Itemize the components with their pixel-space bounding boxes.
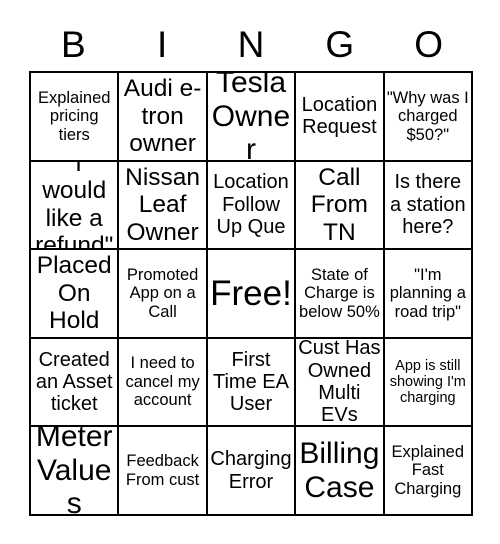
bingo-cell-r2c4[interactable]: Call From TN (296, 161, 385, 251)
bingo-cell-r1c3[interactable]: Tesla Owner (207, 73, 297, 162)
bingo-cell-r4c5[interactable]: App is still showing I'm charging (384, 338, 473, 428)
bingo-cell-label: Nissan Leaf Owner (125, 163, 201, 246)
bingo-cell-r5c4[interactable]: Billing Case (296, 427, 385, 516)
bingo-cell-r3c4[interactable]: State of Charge is below 50% (296, 250, 385, 339)
bingo-cell-label: Meter Values (35, 427, 113, 516)
bingo-cell-label: Created an Asset ticket (35, 348, 113, 416)
bingo-cell-label: Charging Error (210, 448, 292, 493)
bingo-cell-label: Feedback From cust (125, 452, 200, 489)
bingo-cell-r1c4[interactable]: Location Request (296, 73, 385, 162)
header-letter-b: B (61, 23, 86, 65)
bingo-card: B I N G O Explained pricing tiers Audi e-… (0, 0, 500, 544)
bingo-cell-label: Cust Has Owned Multi EVs (298, 338, 381, 427)
bingo-cell-r1c5[interactable]: "Why was I charged $50?" (384, 73, 473, 162)
bingo-cell-label: Location Request (301, 93, 378, 139)
bingo-cell-r3c1[interactable]: Placed On Hold (31, 250, 120, 339)
bingo-cell-label: Audi e-tron owner (123, 75, 202, 158)
header-letter-g: G (325, 23, 355, 65)
bingo-cell-r3c3[interactable]: Free! (207, 250, 297, 339)
bingo-cell-label: "I would like a refund" (35, 161, 114, 251)
bingo-cell-label: Explained pricing tiers (37, 88, 111, 144)
bingo-cell-r5c1[interactable]: Meter Values (31, 427, 120, 516)
header-letter-i: I (157, 23, 168, 65)
bingo-cell-label: Explained Fast Charging (391, 442, 465, 498)
bingo-header: B I N G O (29, 18, 473, 70)
bingo-cell-r5c3[interactable]: Charging Error (207, 427, 297, 516)
bingo-cell-label: I need to cancel my account (125, 354, 200, 410)
bingo-cell-r2c1[interactable]: "I would like a refund" (31, 161, 120, 251)
bingo-cell-r2c5[interactable]: Is there a station here? (384, 161, 473, 251)
bingo-cell-label: Billing Case (299, 437, 380, 504)
bingo-cell-label: State of Charge is below 50% (299, 265, 380, 321)
bingo-cell-label: Promoted App on a Call (126, 265, 199, 321)
bingo-cell-label: First Time EA User (213, 348, 289, 416)
header-letter-o: O (414, 23, 443, 65)
bingo-cell-label: Location Follow Up Que (213, 171, 289, 239)
bingo-cell-r2c2[interactable]: Nissan Leaf Owner (119, 161, 208, 251)
bingo-cell-r5c5[interactable]: Explained Fast Charging (384, 427, 473, 516)
bingo-cell-label: Is there a station here? (389, 171, 466, 239)
bingo-cell-r1c1[interactable]: Explained pricing tiers (31, 73, 120, 162)
bingo-cell-r3c5[interactable]: "I'm planning a road trip" (384, 250, 473, 339)
bingo-cell-label: Free! (210, 273, 292, 313)
bingo-cell-r4c2[interactable]: I need to cancel my account (119, 338, 208, 428)
bingo-grid: Explained pricing tiers Audi e-tron owner… (29, 71, 473, 516)
bingo-cell-r5c2[interactable]: Feedback From cust (119, 427, 208, 516)
bingo-cell-label: "Why was I charged $50?" (386, 88, 469, 144)
bingo-cell-label: Tesla Owner (211, 73, 291, 162)
header-letter-n: N (237, 23, 265, 65)
bingo-cell-label: "I'm planning a road trip" (389, 265, 466, 321)
bingo-cell-label: Placed On Hold (36, 252, 112, 335)
bingo-cell-r2c3[interactable]: Location Follow Up Que (207, 161, 297, 251)
bingo-cell-r4c1[interactable]: Created an Asset ticket (31, 338, 120, 428)
bingo-cell-label: Call From TN (310, 163, 368, 246)
bingo-cell-label: App is still showing I'm charging (389, 357, 466, 407)
bingo-cell-r4c4[interactable]: Cust Has Owned Multi EVs (296, 338, 385, 428)
bingo-cell-r3c2[interactable]: Promoted App on a Call (119, 250, 208, 339)
bingo-cell-r1c2[interactable]: Audi e-tron owner (119, 73, 208, 162)
bingo-cell-r4c3[interactable]: First Time EA User (207, 338, 297, 428)
